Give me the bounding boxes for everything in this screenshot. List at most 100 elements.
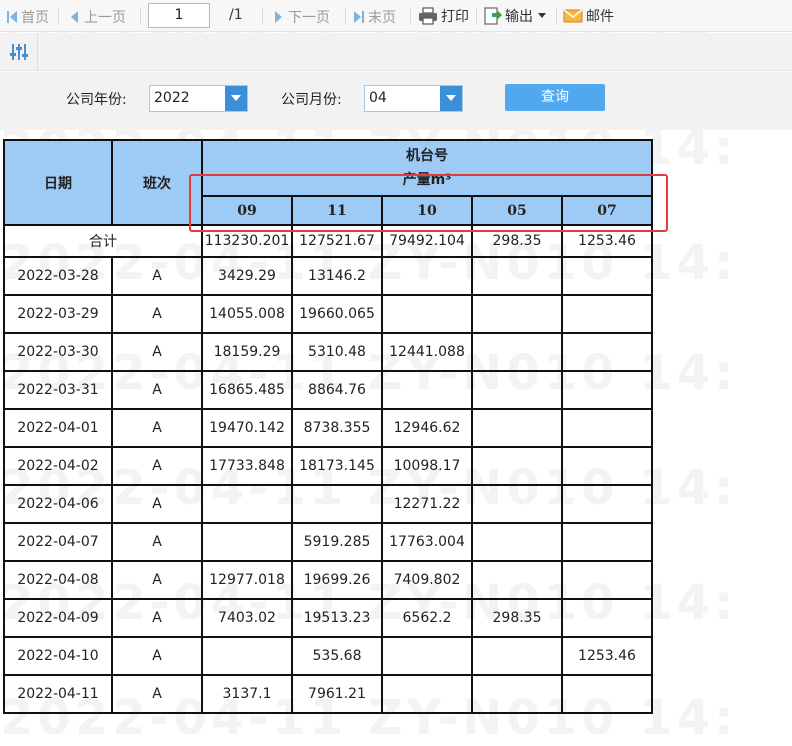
value-cell: 1253.46 (561, 636, 653, 676)
value-cell: 12977.018 (201, 560, 293, 600)
value-cell (471, 674, 563, 714)
value-cell (471, 408, 563, 448)
date-cell: 2022-04-10 (3, 636, 113, 676)
month-select[interactable]: 04 (364, 85, 463, 112)
parameter-toggle-bar (0, 33, 792, 71)
value-cell: 5919.285 (291, 522, 383, 562)
value-cell (471, 522, 563, 562)
value-cell (201, 636, 293, 676)
print-button[interactable]: 打印 (418, 6, 469, 26)
shift-cell: A (111, 370, 203, 410)
prev-page-button[interactable]: 上一页 (70, 7, 126, 27)
shift-cell: A (111, 446, 203, 486)
shift-cell: A (111, 256, 203, 296)
last-page-icon (353, 10, 365, 24)
value-cell (201, 484, 293, 524)
value-cell (291, 484, 383, 524)
value-cell: 12441.088 (381, 332, 473, 372)
export-button[interactable]: 输出 (484, 6, 546, 26)
value-cell (471, 294, 563, 334)
year-value: 2022 (154, 90, 190, 106)
output-header: 产量m³ (402, 172, 452, 188)
value-cell: 16865.485 (201, 370, 293, 410)
shift-cell: A (111, 674, 203, 714)
mail-button[interactable]: 邮件 (563, 6, 614, 26)
date-cell: 2022-03-31 (3, 370, 113, 410)
value-cell (381, 370, 473, 410)
value-cell: 535.68 (291, 636, 383, 676)
export-icon (484, 7, 502, 25)
next-page-icon (274, 10, 283, 24)
page-total: /1 (229, 7, 243, 23)
table-row: 2022-04-11 A 3137.1 7961.21 (3, 674, 653, 714)
date-cell: 2022-04-08 (3, 560, 113, 600)
chevron-down-icon (538, 13, 546, 19)
value-cell (381, 674, 473, 714)
chevron-down-icon[interactable] (440, 86, 462, 111)
parameter-panel: 公司年份: 2022 公司月份: 04 查询 (0, 72, 792, 130)
first-page-label: 首页 (21, 10, 49, 26)
value-cell (381, 256, 473, 296)
value-cell: 18173.145 (291, 446, 383, 486)
chevron-down-icon[interactable] (225, 86, 247, 111)
production-report-table: 日期 班次 机台号 产量m³ 09 11 10 05 07 合计 113230.… (3, 139, 653, 714)
total-cell: 79492.104 (381, 224, 473, 258)
first-page-button[interactable]: 首页 (6, 7, 49, 27)
page-number-input[interactable]: 1 (148, 3, 210, 28)
month-value: 04 (369, 90, 387, 106)
machine-column-header: 11 (291, 195, 383, 226)
date-header: 日期 (3, 139, 113, 226)
value-cell (471, 370, 563, 410)
value-cell (561, 408, 653, 448)
value-cell (561, 446, 653, 486)
value-cell (471, 256, 563, 296)
date-cell: 2022-04-01 (3, 408, 113, 448)
value-cell (561, 332, 653, 372)
date-cell: 2022-04-09 (3, 598, 113, 638)
export-label: 输出 (505, 9, 533, 25)
value-cell: 7403.02 (201, 598, 293, 638)
value-cell: 8864.76 (291, 370, 383, 410)
value-cell: 19699.26 (291, 560, 383, 600)
shift-header: 班次 (111, 139, 203, 226)
first-page-icon (6, 10, 18, 24)
total-cell: 127521.67 (291, 224, 383, 258)
value-cell: 298.35 (471, 598, 563, 638)
table-row: 2022-03-29 A 14055.008 19660.065 (3, 294, 653, 334)
table-row: 2022-03-30 A 18159.29 5310.48 12441.088 (3, 332, 653, 372)
value-cell (201, 522, 293, 562)
table-row: 2022-04-08 A 12977.018 19699.26 7409.802 (3, 560, 653, 600)
value-cell: 19660.065 (291, 294, 383, 334)
shift-cell: A (111, 636, 203, 676)
prev-page-icon (70, 10, 79, 24)
year-select[interactable]: 2022 (149, 85, 248, 112)
last-page-button[interactable]: 末页 (353, 7, 396, 27)
prev-page-label: 上一页 (84, 10, 126, 26)
value-cell (561, 560, 653, 600)
table-row: 2022-03-31 A 16865.485 8864.76 (3, 370, 653, 410)
date-cell: 2022-04-11 (3, 674, 113, 714)
table-row: 2022-04-06 A 12271.22 (3, 484, 653, 524)
report-toolbar: 首页 上一页 1 /1 下一页 末页 打印 输出 邮件 (0, 0, 792, 32)
machine-column-header: 09 (201, 195, 293, 226)
query-button[interactable]: 查询 (505, 84, 605, 111)
value-cell (471, 446, 563, 486)
value-cell: 7961.21 (291, 674, 383, 714)
next-page-button[interactable]: 下一页 (274, 7, 330, 27)
shift-cell: A (111, 294, 203, 334)
value-cell: 12271.22 (381, 484, 473, 524)
filter-settings-button[interactable] (0, 33, 38, 71)
table-row: 2022-04-09 A 7403.02 19513.23 6562.2 298.35 (3, 598, 653, 638)
shift-cell: A (111, 408, 203, 448)
value-cell (561, 674, 653, 714)
print-label: 打印 (441, 9, 469, 25)
value-cell: 12946.62 (381, 408, 473, 448)
value-cell (561, 484, 653, 524)
value-cell: 19470.142 (201, 408, 293, 448)
machine-column-header: 07 (561, 195, 653, 226)
value-cell: 17733.848 (201, 446, 293, 486)
table-row: 2022-03-28 A 3429.29 13146.2 (3, 256, 653, 296)
machine-output-header: 机台号 产量m³ (201, 139, 653, 197)
mail-label: 邮件 (586, 9, 614, 25)
value-cell (471, 636, 563, 676)
